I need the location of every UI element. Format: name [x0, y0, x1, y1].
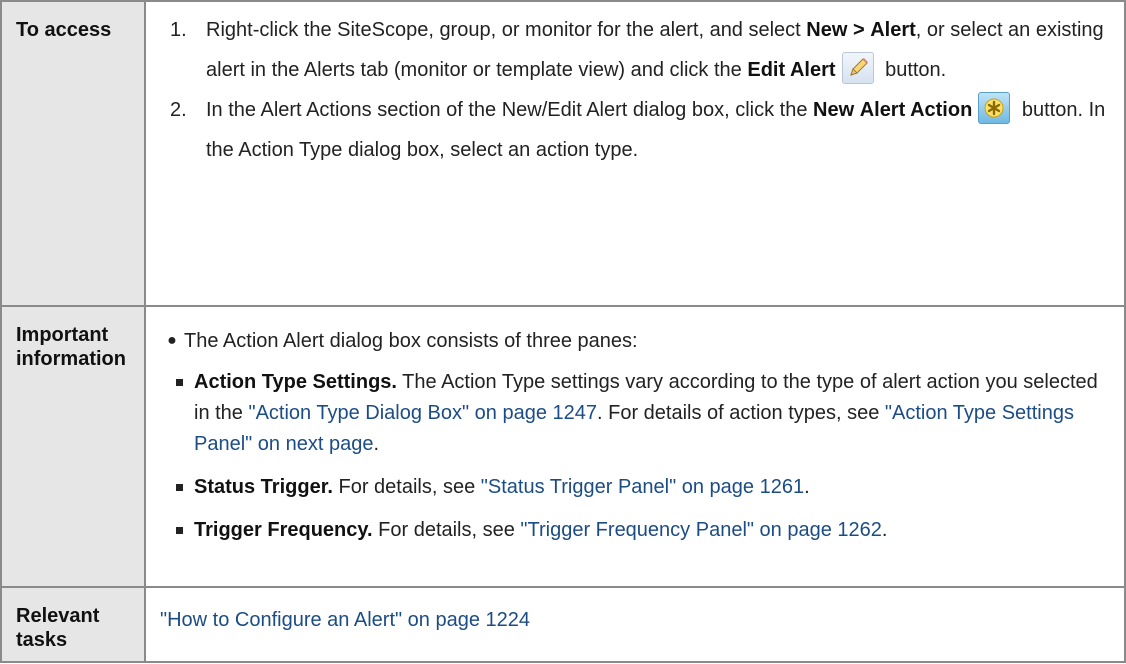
new-asterisk-icon [978, 91, 1011, 124]
header-relevant-tasks: Relevant tasks [0, 586, 146, 663]
link-how-to-configure-alert[interactable]: "How to Configure an Alert" on page 1224 [160, 609, 530, 631]
header-important-information: Important information [0, 305, 146, 588]
step-2-number: 2. [170, 99, 187, 121]
step-1: 1. Right-click the SiteScope, group, or … [160, 10, 1110, 90]
pencil-edit-icon [841, 51, 874, 84]
step-2: 2. In the Alert Actions section of the N… [160, 90, 1110, 170]
important-content: ● The Action Alert dialog box consists o… [144, 305, 1126, 588]
bullet-item: ● The Action Alert dialog box consists o… [160, 327, 1110, 355]
row-important-information: Important information ● The Action Alert… [0, 305, 1126, 588]
link-action-type-dialog-box[interactable]: "Action Type Dialog Box" on page 1247 [248, 402, 597, 424]
square-bullet-icon [170, 515, 194, 546]
row-to-access: To access 1. Right-click the SiteScope, … [0, 0, 1126, 307]
link-status-trigger-panel[interactable]: "Status Trigger Panel" on page 1261 [481, 476, 804, 498]
bullet-dot-icon: ● [167, 332, 177, 349]
square-bullet-icon [170, 472, 194, 503]
sub-item-trigger-frequency: Trigger Frequency. For details, see "Tri… [170, 515, 1110, 546]
tasks-content: "How to Configure an Alert" on page 1224 [144, 586, 1126, 663]
sub-item-status-trigger: Status Trigger. For details, see "Status… [170, 472, 1110, 503]
step-1-text: Right-click the SiteScope, group, or mon… [206, 10, 1110, 90]
step-1-number: 1. [170, 19, 187, 41]
access-steps: 1. Right-click the SiteScope, group, or … [144, 0, 1126, 307]
sub-item-action-type-settings: Action Type Settings. The Action Type se… [170, 367, 1110, 460]
row-relevant-tasks: Relevant tasks "How to Configure an Aler… [0, 586, 1126, 663]
info-table: To access 1. Right-click the SiteScope, … [0, 0, 1126, 663]
square-bullet-icon [170, 367, 194, 460]
step-2-text: In the Alert Actions section of the New/… [206, 90, 1110, 170]
header-to-access: To access [0, 0, 146, 307]
link-trigger-frequency-panel[interactable]: "Trigger Frequency Panel" on page 1262 [520, 519, 881, 541]
